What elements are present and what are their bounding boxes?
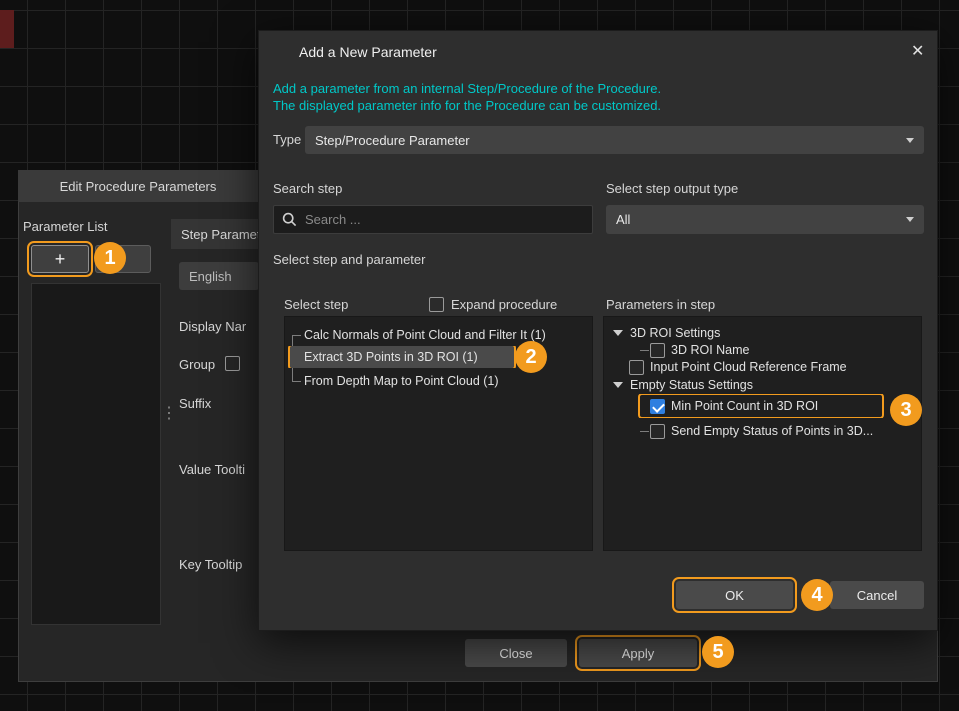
select-step-label: Select step xyxy=(284,297,348,312)
expand-procedure-label: Expand procedure xyxy=(451,297,557,312)
search-field xyxy=(273,205,593,234)
desktop-background: Edit Procedure Parameters Parameter List… xyxy=(0,0,959,711)
output-type-label: Select step output type xyxy=(606,181,738,196)
tree-item-label: Send Empty Status of Points in 3D... xyxy=(671,424,873,438)
tree-tick xyxy=(640,431,649,432)
step-list-item[interactable]: From Depth Map to Point Cloud (1) xyxy=(285,370,592,392)
edit-window-title-tab: Edit Procedure Parameters xyxy=(18,170,258,202)
parameters-in-step-label: Parameters in step xyxy=(606,297,715,312)
language-select-value: English xyxy=(189,269,232,284)
annotation-step-3: 3 xyxy=(890,394,922,426)
tree-item-send-empty-status[interactable]: Send Empty Status of Points in 3D... xyxy=(604,421,921,441)
annotation-step-1: 1 xyxy=(94,242,126,274)
output-type-value: All xyxy=(616,212,630,227)
display-name-label: Display Nar xyxy=(179,319,246,334)
annotation-step-4: 4 xyxy=(801,579,833,611)
caret-expanded-icon xyxy=(613,382,623,388)
close-icon[interactable]: ✕ xyxy=(911,41,924,61)
checkbox-input-point-cloud-reference-frame[interactable] xyxy=(629,360,644,375)
tab-step-parameter-label: Step Paramet xyxy=(181,227,259,242)
step-list-item-label: Extract 3D Points in 3D ROI (1) xyxy=(304,350,478,364)
type-select-value: Step/Procedure Parameter xyxy=(315,133,470,148)
tree-group-label: 3D ROI Settings xyxy=(630,326,720,340)
tree-tick xyxy=(640,350,649,351)
dialog-description-line2: The displayed parameter info for the Pro… xyxy=(273,98,661,113)
search-input[interactable] xyxy=(305,212,584,227)
search-step-label: Search step xyxy=(273,181,342,196)
step-list-item-label: From Depth Map to Point Cloud (1) xyxy=(304,374,499,388)
checkbox-send-empty-status[interactable] xyxy=(650,424,665,439)
tree-group-empty-status-settings[interactable]: Empty Status Settings xyxy=(604,375,921,395)
min-point-count-highlight: Min Point Count in 3D ROI xyxy=(640,395,882,417)
tree-item-label: Input Point Cloud Reference Frame xyxy=(650,360,847,374)
dialog-description-line1: Add a parameter from an internal Step/Pr… xyxy=(273,81,661,96)
key-tooltip-label: Key Tooltip xyxy=(179,557,242,572)
expand-procedure-checkbox[interactable] xyxy=(429,297,444,312)
parameter-list-label: Parameter List xyxy=(23,219,108,234)
checkbox-min-point-count[interactable] xyxy=(650,399,665,414)
value-tooltip-label: Value Toolti xyxy=(179,462,245,477)
tree-item-label: 3D ROI Name xyxy=(671,343,750,357)
cancel-button-label: Cancel xyxy=(857,588,897,603)
group-label: Group xyxy=(179,357,215,372)
step-list-item-label: Calc Normals of Point Cloud and Filter I… xyxy=(304,328,546,342)
step-list-item[interactable]: Calc Normals of Point Cloud and Filter I… xyxy=(285,324,592,346)
tree-group-label: Empty Status Settings xyxy=(630,378,753,392)
background-node xyxy=(0,10,14,48)
checkbox-3d-roi-name[interactable] xyxy=(650,343,665,358)
annotation-step-2: 2 xyxy=(515,341,547,373)
apply-button-label: Apply xyxy=(622,646,655,661)
parameter-list[interactable] xyxy=(31,283,161,625)
add-parameter-button[interactable]: + xyxy=(31,245,89,273)
edit-window-title: Edit Procedure Parameters xyxy=(60,179,217,194)
type-label: Type xyxy=(273,132,301,147)
close-button-label: Close xyxy=(499,646,532,661)
suffix-label: Suffix xyxy=(179,396,211,411)
tree-item-input-point-cloud-reference-frame[interactable]: Input Point Cloud Reference Frame xyxy=(604,357,921,377)
group-checkbox[interactable] xyxy=(225,356,240,371)
ok-button-label: OK xyxy=(725,588,744,603)
caret-down-icon xyxy=(906,138,914,143)
ok-button[interactable]: OK xyxy=(676,581,793,609)
selected-step-highlight: Extract 3D Points in 3D ROI (1) xyxy=(290,346,514,368)
tree-item-min-point-count[interactable]: Min Point Count in 3D ROI xyxy=(604,394,921,418)
type-select[interactable]: Step/Procedure Parameter xyxy=(305,126,924,154)
step-list: Calc Normals of Point Cloud and Filter I… xyxy=(284,316,593,551)
cancel-button[interactable]: Cancel xyxy=(830,581,924,609)
select-step-and-parameter-label: Select step and parameter xyxy=(273,252,425,267)
plus-icon: + xyxy=(55,249,66,270)
dialog-title: Add a New Parameter xyxy=(299,44,437,60)
search-icon xyxy=(282,212,297,227)
apply-button[interactable]: Apply xyxy=(579,639,697,667)
tab-step-parameter[interactable]: Step Paramet xyxy=(171,219,259,249)
language-select[interactable]: English xyxy=(179,262,259,290)
annotation-step-5: 5 xyxy=(702,636,734,668)
panel-splitter-handle[interactable]: ⋮ xyxy=(161,403,177,423)
close-button[interactable]: Close xyxy=(465,639,567,667)
caret-down-icon xyxy=(906,217,914,222)
tree-item-label: Min Point Count in 3D ROI xyxy=(671,399,818,413)
output-type-select[interactable]: All xyxy=(606,205,924,234)
caret-expanded-icon xyxy=(613,330,623,336)
parameter-tree: 3D ROI Settings 3D ROI Name Input Point … xyxy=(603,316,922,551)
add-parameter-dialog: Add a New Parameter ✕ Add a parameter fr… xyxy=(258,30,938,631)
